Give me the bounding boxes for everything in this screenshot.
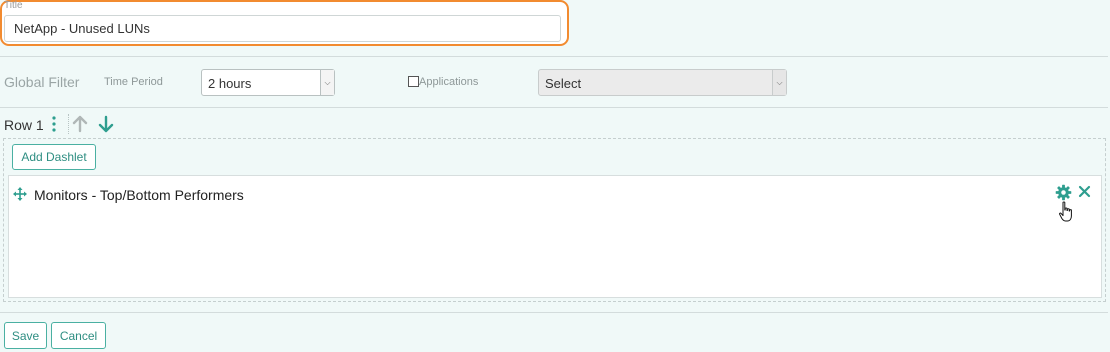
applications-select-value: Select <box>545 76 582 91</box>
chevron-down-icon: ⌵ <box>772 70 786 95</box>
dashlet-title: Monitors - Top/Bottom Performers <box>34 187 244 203</box>
time-period-value: 2 hours <box>208 76 252 91</box>
chevron-down-icon: ⌵ <box>320 70 334 95</box>
add-dashlet-button[interactable]: Add Dashlet <box>12 144 96 170</box>
cancel-button[interactable]: Cancel <box>51 322 106 349</box>
title-input[interactable] <box>4 15 561 42</box>
row-label: Row 1 <box>4 117 44 133</box>
gear-icon[interactable] <box>1055 184 1072 201</box>
time-period-label: Time Period <box>104 76 163 88</box>
time-period-select[interactable]: 2 hours ⌵ <box>201 69 335 96</box>
applications-label: Applications <box>419 76 479 88</box>
applications-checkbox[interactable] <box>408 76 419 87</box>
arrow-up-icon[interactable] <box>72 115 88 133</box>
title-label: Title <box>4 0 23 11</box>
toolbar-divider <box>68 114 69 134</box>
hand-cursor-icon <box>1059 201 1072 222</box>
global-filter-label: Global Filter <box>4 74 80 90</box>
kebab-icon[interactable] <box>49 115 59 133</box>
divider <box>0 107 1108 108</box>
close-icon[interactable] <box>1078 185 1091 198</box>
divider <box>0 56 1108 57</box>
applications-select[interactable]: Select ⌵ <box>538 69 787 96</box>
save-button[interactable]: Save <box>4 322 47 349</box>
arrow-down-icon[interactable] <box>98 115 114 133</box>
move-icon[interactable] <box>13 187 27 201</box>
divider <box>0 312 1108 313</box>
